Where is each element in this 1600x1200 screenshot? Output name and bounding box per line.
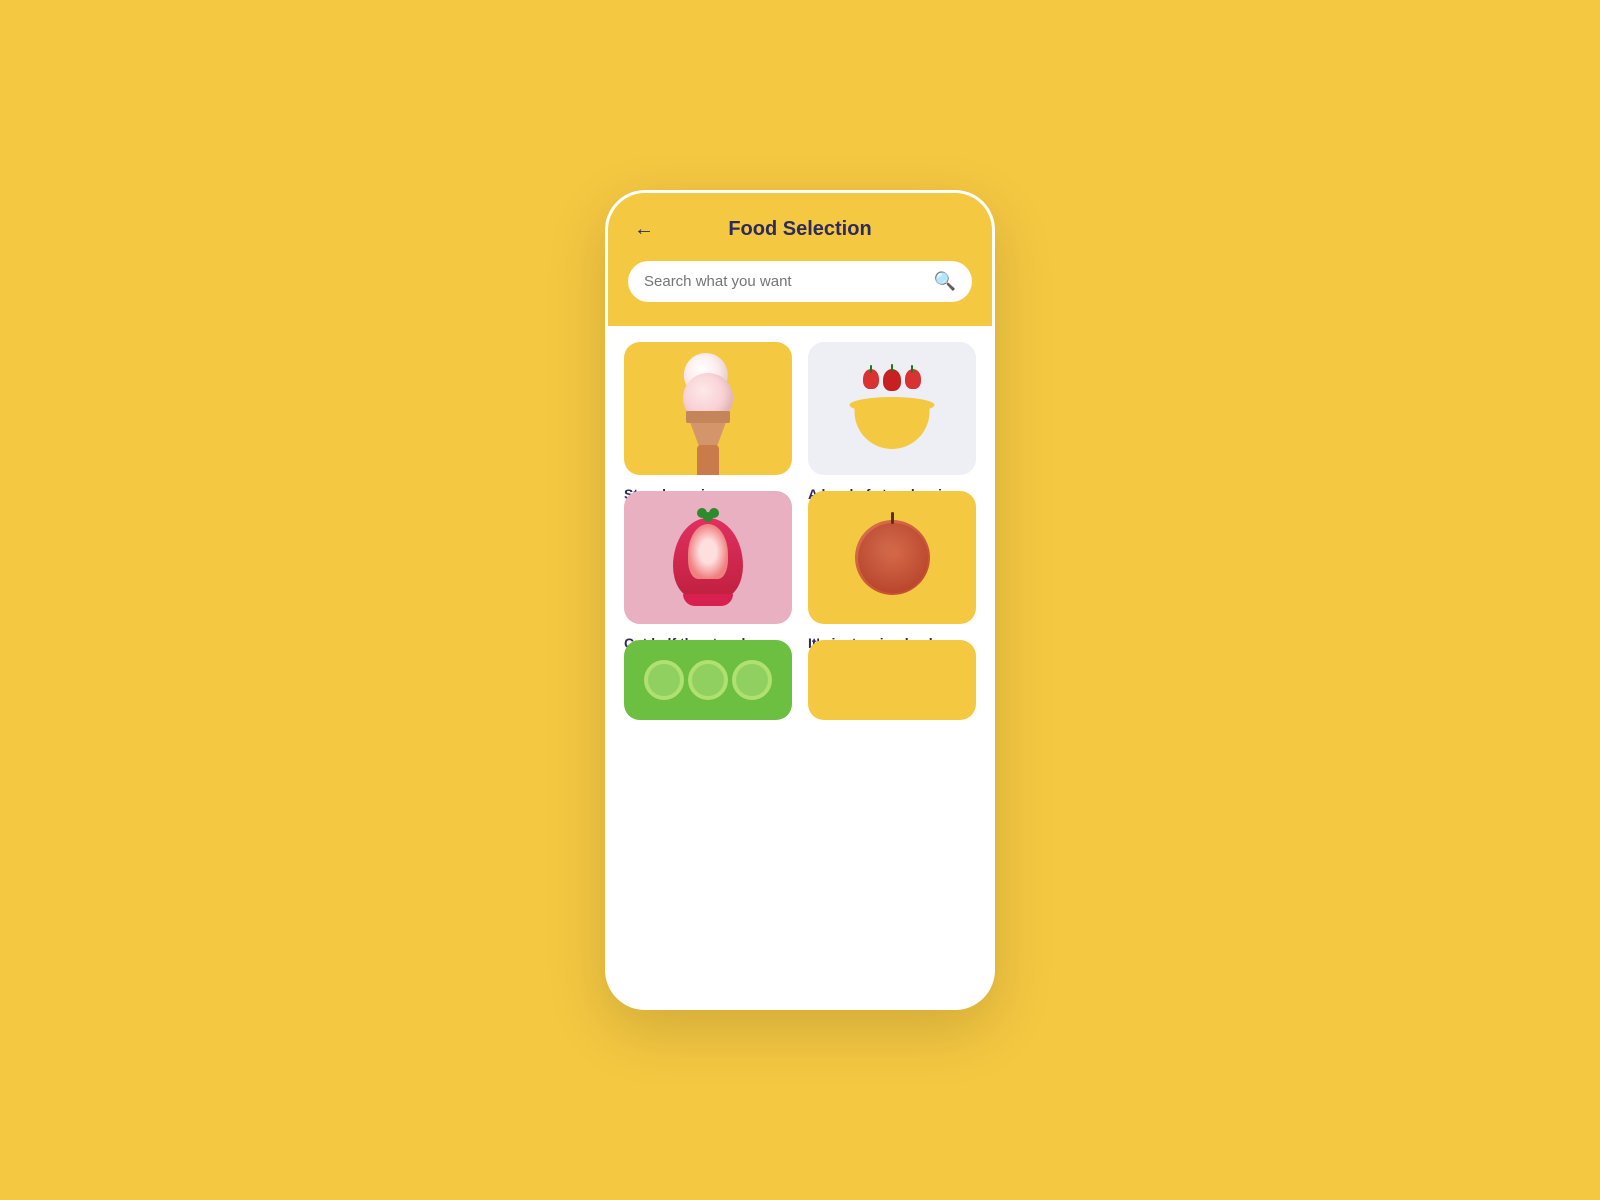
bowl-visual	[847, 369, 937, 449]
content-area: Strawberry ice cream 💬 17 👍 298	[608, 326, 992, 1007]
card-image-lime-partial	[624, 640, 792, 720]
page-title: Food Selection	[660, 218, 940, 241]
header: ← Food Selection 🔍	[608, 193, 992, 326]
card-image-cut-strawberry	[624, 491, 792, 624]
lime-slice-2	[688, 660, 728, 700]
card-lime-partial[interactable]	[624, 640, 792, 720]
back-button[interactable]: ←	[628, 213, 660, 245]
hand	[697, 445, 719, 475]
phone-frame: ← Food Selection 🔍 Strawberr	[605, 190, 995, 1010]
card-strawberry-icecream[interactable]: Strawberry ice cream 💬 17 👍 298	[624, 342, 792, 475]
search-icon[interactable]: 🔍	[934, 271, 956, 292]
back-arrow-icon: ←	[634, 218, 654, 241]
card-cut-strawberry[interactable]: Cut half the strawberry 💬 17 👍 298	[624, 491, 792, 624]
card-image-plum	[808, 491, 976, 624]
search-input[interactable]	[644, 273, 926, 290]
cut-strawberry-visual	[673, 518, 743, 598]
card-bowl-strawberries[interactable]: A bowl of strawberries 💬 17 👍 298	[808, 342, 976, 475]
lime-slice-1	[644, 660, 684, 700]
card-plum[interactable]: It's just a simple plum 💬 17 👍 298	[808, 491, 976, 624]
card-image-strawberries	[808, 342, 976, 475]
header-top: ← Food Selection	[628, 213, 972, 245]
plum-visual	[855, 520, 930, 595]
icecream-visual	[686, 342, 730, 475]
card-image-icecream	[624, 342, 792, 475]
card-image-partial-right	[808, 640, 976, 720]
lime-slices-visual	[644, 660, 772, 700]
lime-slice-3	[732, 660, 772, 700]
search-bar[interactable]: 🔍	[628, 261, 972, 302]
card-partial-right[interactable]	[808, 640, 976, 720]
food-grid: Strawberry ice cream 💬 17 👍 298	[624, 342, 976, 720]
